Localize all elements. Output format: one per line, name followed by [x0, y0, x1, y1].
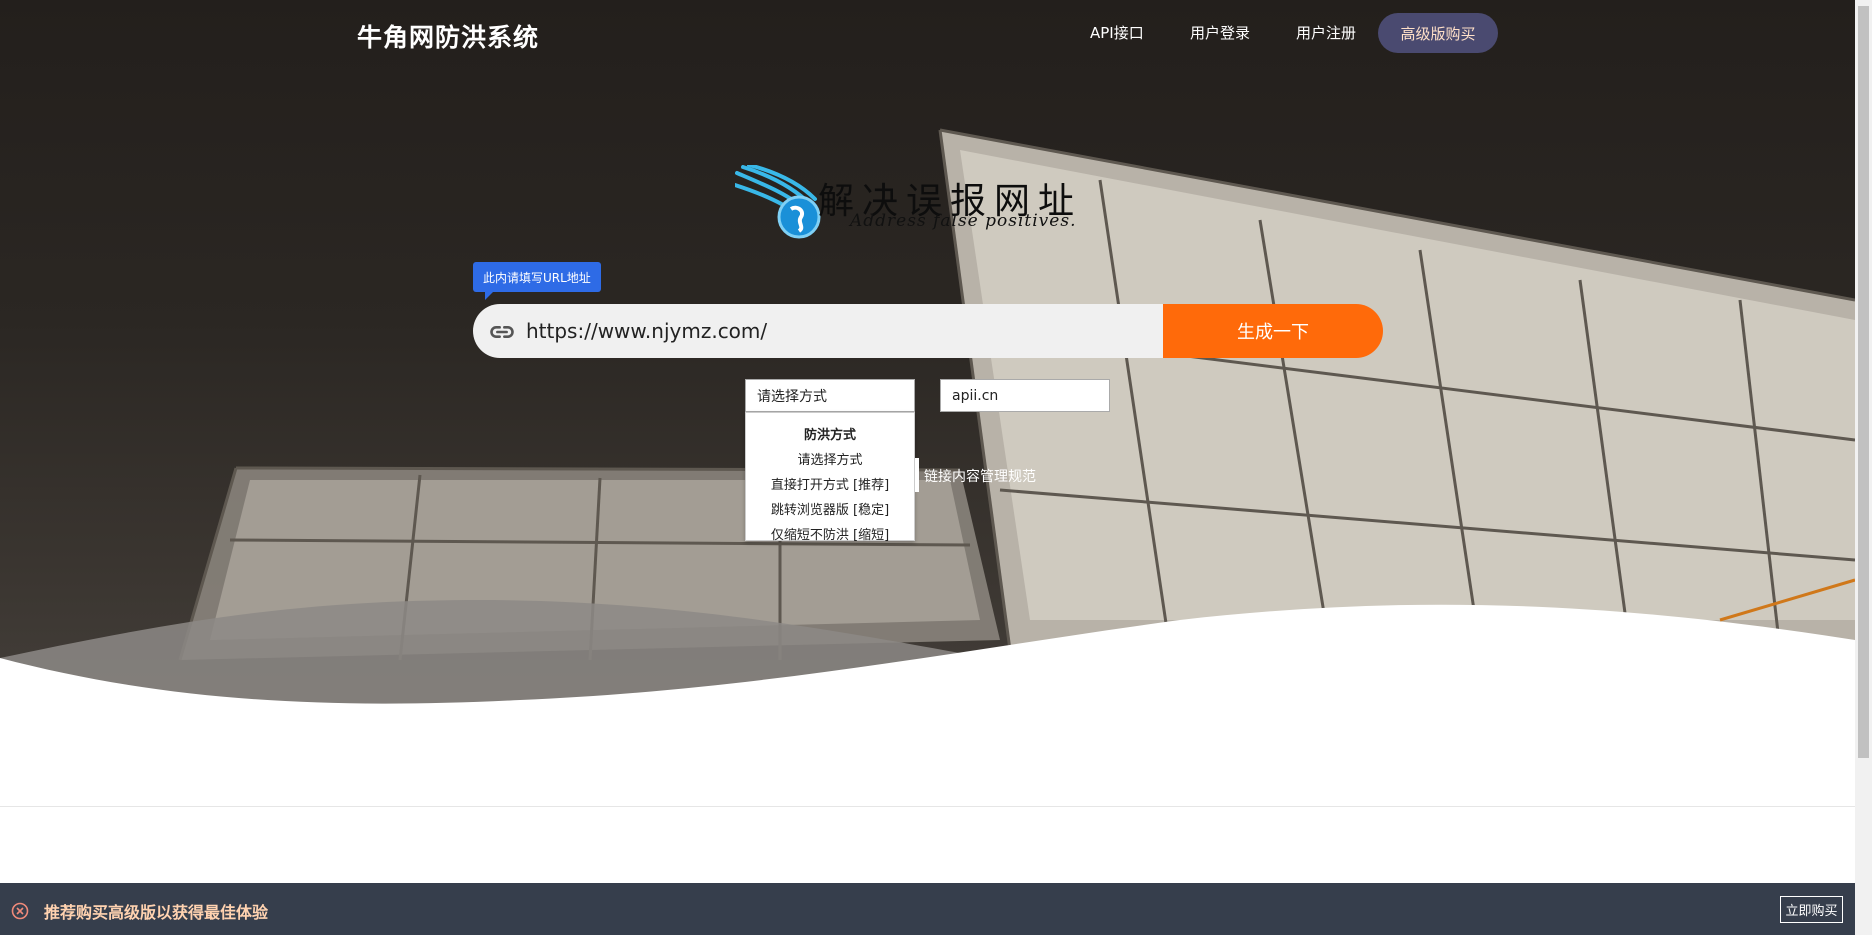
generate-button[interactable]: 生成一下 — [1163, 304, 1383, 358]
logo-subtitle: Address false positives. — [850, 211, 1077, 231]
close-circle-icon[interactable] — [11, 902, 29, 920]
brand-title[interactable]: 牛角网防洪系统 — [357, 18, 539, 54]
premium-buy-button[interactable]: 高级版购买 — [1378, 13, 1498, 53]
domain-select[interactable]: apii.cn — [940, 379, 1110, 412]
dropdown-option-placeholder[interactable]: 请选择方式 — [746, 449, 914, 468]
method-dropdown: 防洪方式 请选择方式 直接打开方式 [推荐] 跳转浏览器版 [稳定] 仅缩短不防… — [745, 412, 915, 543]
method-select[interactable]: 请选择方式 — [745, 379, 915, 412]
dropdown-group-label: 防洪方式 — [803, 428, 856, 443]
section-divider — [0, 806, 1855, 807]
nav-login[interactable]: 用户登录 — [1190, 22, 1250, 43]
bottom-notice-bar — [0, 883, 1855, 935]
url-input[interactable] — [526, 304, 1156, 358]
nav-api[interactable]: API接口 — [1090, 22, 1144, 43]
dropdown-option-browser[interactable]: 跳转浏览器版 [稳定] — [746, 499, 914, 518]
link-icon — [490, 326, 514, 338]
dropdown-option-direct[interactable]: 直接打开方式 [推荐] — [746, 474, 914, 493]
buy-now-button[interactable]: 立即购买 — [1780, 896, 1843, 923]
hero-background — [0, 128, 1855, 805]
url-tooltip: 此内请填写URL地址 — [473, 262, 601, 300]
policy-link[interactable]: 链接内容管理规范 — [924, 466, 1036, 486]
notice-text: 推荐购买高级版以获得最佳体验 — [44, 903, 269, 922]
hero-section — [0, 0, 1855, 805]
scrollbar-thumb[interactable] — [1858, 6, 1869, 758]
nav-register[interactable]: 用户注册 — [1296, 22, 1356, 43]
policy-checkbox[interactable] — [915, 458, 919, 492]
dropdown-option-shorten[interactable]: 仅缩短不防洪 [缩短] — [746, 524, 914, 543]
